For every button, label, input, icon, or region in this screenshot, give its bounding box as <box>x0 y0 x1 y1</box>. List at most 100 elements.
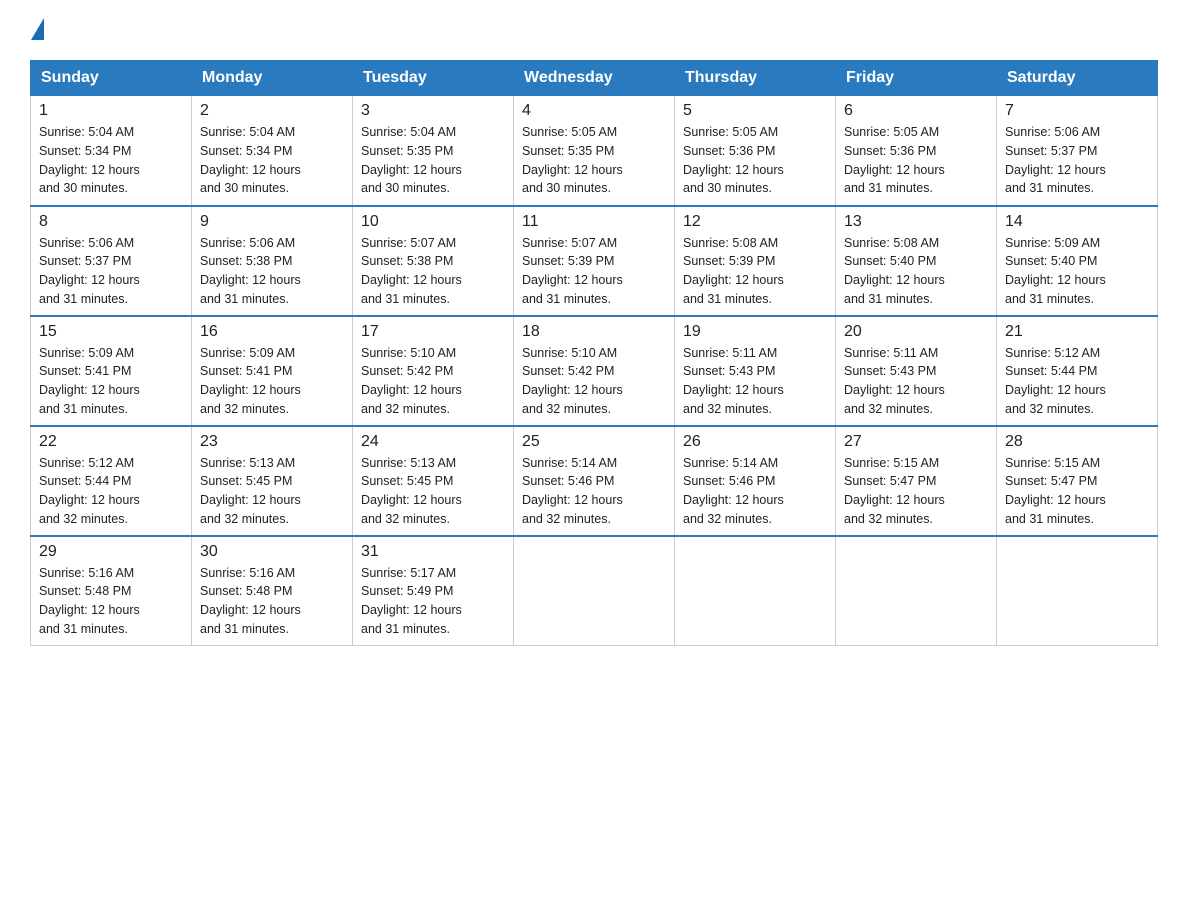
day-info: Sunrise: 5:12 AM Sunset: 5:44 PM Dayligh… <box>39 454 183 529</box>
calendar-cell: 1 Sunrise: 5:04 AM Sunset: 5:34 PM Dayli… <box>31 96 192 206</box>
day-number: 22 <box>39 433 183 451</box>
calendar-cell: 29 Sunrise: 5:16 AM Sunset: 5:48 PM Dayl… <box>31 536 192 646</box>
day-number: 20 <box>844 323 988 341</box>
calendar-cell: 8 Sunrise: 5:06 AM Sunset: 5:37 PM Dayli… <box>31 206 192 316</box>
header-tuesday: Tuesday <box>353 61 514 96</box>
header-sunday: Sunday <box>31 61 192 96</box>
day-info: Sunrise: 5:14 AM Sunset: 5:46 PM Dayligh… <box>522 454 666 529</box>
calendar-cell: 31 Sunrise: 5:17 AM Sunset: 5:49 PM Dayl… <box>353 536 514 646</box>
day-info: Sunrise: 5:08 AM Sunset: 5:40 PM Dayligh… <box>844 234 988 309</box>
day-info: Sunrise: 5:14 AM Sunset: 5:46 PM Dayligh… <box>683 454 827 529</box>
day-info: Sunrise: 5:09 AM Sunset: 5:40 PM Dayligh… <box>1005 234 1149 309</box>
day-info: Sunrise: 5:05 AM Sunset: 5:36 PM Dayligh… <box>844 123 988 198</box>
calendar-cell: 17 Sunrise: 5:10 AM Sunset: 5:42 PM Dayl… <box>353 316 514 426</box>
day-number: 6 <box>844 102 988 120</box>
header-thursday: Thursday <box>675 61 836 96</box>
calendar-cell: 24 Sunrise: 5:13 AM Sunset: 5:45 PM Dayl… <box>353 426 514 536</box>
calendar-cell: 21 Sunrise: 5:12 AM Sunset: 5:44 PM Dayl… <box>997 316 1158 426</box>
day-info: Sunrise: 5:10 AM Sunset: 5:42 PM Dayligh… <box>361 344 505 419</box>
day-number: 1 <box>39 102 183 120</box>
day-number: 26 <box>683 433 827 451</box>
day-info: Sunrise: 5:13 AM Sunset: 5:45 PM Dayligh… <box>361 454 505 529</box>
day-number: 11 <box>522 213 666 231</box>
calendar-cell: 25 Sunrise: 5:14 AM Sunset: 5:46 PM Dayl… <box>514 426 675 536</box>
day-info: Sunrise: 5:05 AM Sunset: 5:35 PM Dayligh… <box>522 123 666 198</box>
day-info: Sunrise: 5:06 AM Sunset: 5:37 PM Dayligh… <box>39 234 183 309</box>
day-info: Sunrise: 5:06 AM Sunset: 5:37 PM Dayligh… <box>1005 123 1149 198</box>
day-info: Sunrise: 5:05 AM Sunset: 5:36 PM Dayligh… <box>683 123 827 198</box>
calendar-week-row: 8 Sunrise: 5:06 AM Sunset: 5:37 PM Dayli… <box>31 206 1158 316</box>
day-info: Sunrise: 5:16 AM Sunset: 5:48 PM Dayligh… <box>39 564 183 639</box>
calendar-cell: 28 Sunrise: 5:15 AM Sunset: 5:47 PM Dayl… <box>997 426 1158 536</box>
day-info: Sunrise: 5:04 AM Sunset: 5:35 PM Dayligh… <box>361 123 505 198</box>
day-info: Sunrise: 5:17 AM Sunset: 5:49 PM Dayligh… <box>361 564 505 639</box>
calendar-cell: 3 Sunrise: 5:04 AM Sunset: 5:35 PM Dayli… <box>353 96 514 206</box>
day-number: 10 <box>361 213 505 231</box>
day-number: 16 <box>200 323 344 341</box>
day-number: 27 <box>844 433 988 451</box>
calendar-cell: 7 Sunrise: 5:06 AM Sunset: 5:37 PM Dayli… <box>997 96 1158 206</box>
day-number: 23 <box>200 433 344 451</box>
calendar-cell: 2 Sunrise: 5:04 AM Sunset: 5:34 PM Dayli… <box>192 96 353 206</box>
day-info: Sunrise: 5:15 AM Sunset: 5:47 PM Dayligh… <box>844 454 988 529</box>
day-number: 2 <box>200 102 344 120</box>
calendar-cell: 26 Sunrise: 5:14 AM Sunset: 5:46 PM Dayl… <box>675 426 836 536</box>
day-number: 31 <box>361 543 505 561</box>
day-info: Sunrise: 5:08 AM Sunset: 5:39 PM Dayligh… <box>683 234 827 309</box>
day-number: 21 <box>1005 323 1149 341</box>
day-info: Sunrise: 5:10 AM Sunset: 5:42 PM Dayligh… <box>522 344 666 419</box>
day-info: Sunrise: 5:04 AM Sunset: 5:34 PM Dayligh… <box>39 123 183 198</box>
day-info: Sunrise: 5:11 AM Sunset: 5:43 PM Dayligh… <box>844 344 988 419</box>
calendar-cell: 27 Sunrise: 5:15 AM Sunset: 5:47 PM Dayl… <box>836 426 997 536</box>
calendar-cell: 23 Sunrise: 5:13 AM Sunset: 5:45 PM Dayl… <box>192 426 353 536</box>
header-wednesday: Wednesday <box>514 61 675 96</box>
calendar-cell: 30 Sunrise: 5:16 AM Sunset: 5:48 PM Dayl… <box>192 536 353 646</box>
day-number: 14 <box>1005 213 1149 231</box>
day-info: Sunrise: 5:13 AM Sunset: 5:45 PM Dayligh… <box>200 454 344 529</box>
day-info: Sunrise: 5:11 AM Sunset: 5:43 PM Dayligh… <box>683 344 827 419</box>
day-info: Sunrise: 5:15 AM Sunset: 5:47 PM Dayligh… <box>1005 454 1149 529</box>
header-monday: Monday <box>192 61 353 96</box>
calendar-cell: 11 Sunrise: 5:07 AM Sunset: 5:39 PM Dayl… <box>514 206 675 316</box>
day-number: 9 <box>200 213 344 231</box>
calendar-week-row: 15 Sunrise: 5:09 AM Sunset: 5:41 PM Dayl… <box>31 316 1158 426</box>
page-header <box>30 20 1158 42</box>
calendar-cell: 16 Sunrise: 5:09 AM Sunset: 5:41 PM Dayl… <box>192 316 353 426</box>
day-number: 24 <box>361 433 505 451</box>
calendar-week-row: 1 Sunrise: 5:04 AM Sunset: 5:34 PM Dayli… <box>31 96 1158 206</box>
day-info: Sunrise: 5:07 AM Sunset: 5:39 PM Dayligh… <box>522 234 666 309</box>
day-number: 13 <box>844 213 988 231</box>
day-info: Sunrise: 5:04 AM Sunset: 5:34 PM Dayligh… <box>200 123 344 198</box>
day-info: Sunrise: 5:16 AM Sunset: 5:48 PM Dayligh… <box>200 564 344 639</box>
day-number: 25 <box>522 433 666 451</box>
calendar-week-row: 22 Sunrise: 5:12 AM Sunset: 5:44 PM Dayl… <box>31 426 1158 536</box>
day-info: Sunrise: 5:07 AM Sunset: 5:38 PM Dayligh… <box>361 234 505 309</box>
header-saturday: Saturday <box>997 61 1158 96</box>
day-number: 12 <box>683 213 827 231</box>
calendar-cell: 4 Sunrise: 5:05 AM Sunset: 5:35 PM Dayli… <box>514 96 675 206</box>
day-info: Sunrise: 5:09 AM Sunset: 5:41 PM Dayligh… <box>39 344 183 419</box>
calendar-cell: 10 Sunrise: 5:07 AM Sunset: 5:38 PM Dayl… <box>353 206 514 316</box>
header-friday: Friday <box>836 61 997 96</box>
calendar-cell: 19 Sunrise: 5:11 AM Sunset: 5:43 PM Dayl… <box>675 316 836 426</box>
calendar-header-row: SundayMondayTuesdayWednesdayThursdayFrid… <box>31 61 1158 96</box>
calendar-cell <box>997 536 1158 646</box>
calendar-cell <box>514 536 675 646</box>
calendar-cell: 18 Sunrise: 5:10 AM Sunset: 5:42 PM Dayl… <box>514 316 675 426</box>
calendar-cell: 15 Sunrise: 5:09 AM Sunset: 5:41 PM Dayl… <box>31 316 192 426</box>
calendar-cell: 12 Sunrise: 5:08 AM Sunset: 5:39 PM Dayl… <box>675 206 836 316</box>
day-number: 7 <box>1005 102 1149 120</box>
calendar-cell: 20 Sunrise: 5:11 AM Sunset: 5:43 PM Dayl… <box>836 316 997 426</box>
day-number: 30 <box>200 543 344 561</box>
day-number: 15 <box>39 323 183 341</box>
day-number: 3 <box>361 102 505 120</box>
calendar-cell: 5 Sunrise: 5:05 AM Sunset: 5:36 PM Dayli… <box>675 96 836 206</box>
day-number: 5 <box>683 102 827 120</box>
day-number: 17 <box>361 323 505 341</box>
calendar-week-row: 29 Sunrise: 5:16 AM Sunset: 5:48 PM Dayl… <box>31 536 1158 646</box>
calendar-cell: 9 Sunrise: 5:06 AM Sunset: 5:38 PM Dayli… <box>192 206 353 316</box>
calendar-cell <box>836 536 997 646</box>
logo <box>30 20 44 42</box>
calendar-cell: 13 Sunrise: 5:08 AM Sunset: 5:40 PM Dayl… <box>836 206 997 316</box>
day-number: 18 <box>522 323 666 341</box>
